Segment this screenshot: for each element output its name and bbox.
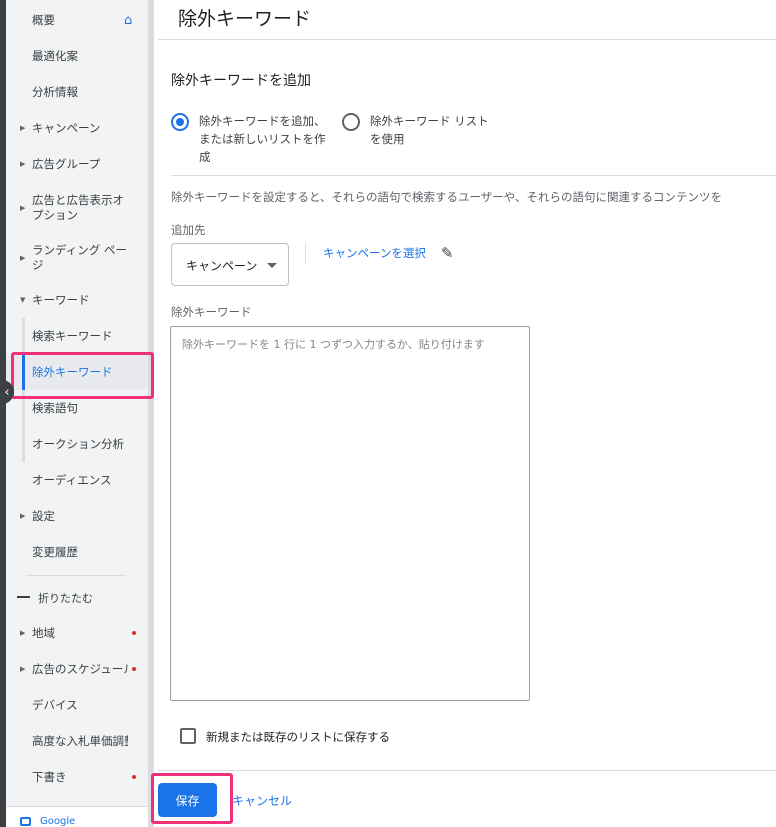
status-dot: [132, 667, 136, 671]
sidebar-item-auction-insights[interactable]: オークション分析: [6, 426, 148, 462]
sidebar-item-advanced-bid-adjustments[interactable]: 高度な入札単価調整: [6, 723, 148, 759]
sidebar-item-campaigns[interactable]: ▶ キャンペーン: [6, 110, 148, 146]
sidebar-item-search-keywords[interactable]: 検索キーワード: [6, 318, 148, 354]
page-header: 除外キーワード: [158, 0, 776, 40]
save-to-list-label: 新規または既存のリストに保存する: [206, 730, 390, 744]
sidebar-item-drafts[interactable]: 下書き: [6, 759, 148, 795]
home-icon: ⌂: [124, 12, 133, 28]
sidebar-item-ads-extensions[interactable]: ▶ 広告と広告表示オプション: [6, 190, 148, 226]
add-to-label: 追加先: [171, 223, 206, 237]
caret-right-icon: ▶: [20, 254, 26, 262]
divider: [171, 175, 776, 176]
pencil-icon[interactable]: ✎: [441, 244, 454, 262]
collapse-button[interactable]: 折りたたむ: [38, 590, 93, 606]
sidebar-item-overview[interactable]: 概要 ⌂: [6, 2, 148, 38]
google-link[interactable]: Google: [40, 816, 75, 827]
select-campaign-link[interactable]: キャンペーンを選択: [323, 245, 426, 261]
status-dot: [132, 775, 136, 779]
caret-right-icon: ▶: [20, 124, 26, 132]
google-icon: [20, 817, 31, 826]
sidebar-item-audiences[interactable]: オーディエンス: [6, 462, 148, 498]
sidebar-item-devices[interactable]: デバイス: [6, 687, 148, 723]
dropdown-arrow-icon: [267, 263, 277, 268]
sidebar-item-change-history[interactable]: 変更履歴: [6, 534, 148, 570]
keywords-textarea[interactable]: [170, 326, 530, 701]
sidebar-item-search-terms[interactable]: 検索語句: [6, 390, 148, 426]
save-to-list-checkbox[interactable]: [180, 728, 196, 744]
description-text: 除外キーワードを設定すると、それらの語句で検索するユーザーや、それらの語句に関連…: [171, 190, 722, 204]
sidebar-item-settings[interactable]: ▶ 設定: [6, 498, 148, 534]
add-to-select[interactable]: キャンペーン: [171, 243, 289, 286]
caret-right-icon: ▶: [20, 160, 26, 168]
radio-add-new[interactable]: [171, 113, 189, 131]
caret-right-icon: ▶: [20, 665, 26, 673]
sidebar-item-insights[interactable]: 分析情報: [6, 74, 148, 110]
sidebar-item-locations[interactable]: ▶ 地域: [6, 615, 148, 651]
keywords-label: 除外キーワード: [171, 305, 252, 319]
radio-use-list[interactable]: [342, 113, 360, 131]
save-button[interactable]: 保存: [158, 783, 217, 817]
sidebar-item-recommendations[interactable]: 最適化案: [6, 38, 148, 74]
sidebar-item-ad-schedule[interactable]: ▶ 広告のスケジュール: [6, 651, 148, 687]
sidebar-footer: Google: [6, 806, 148, 827]
status-dot: [132, 631, 136, 635]
caret-right-icon: ▶: [20, 512, 26, 520]
sidebar-item-ad-groups[interactable]: ▶ 広告グループ: [6, 146, 148, 182]
sidebar-divider: [26, 575, 126, 576]
caret-right-icon: ▶: [20, 204, 26, 212]
caret-down-icon: ▼: [20, 296, 26, 304]
section-title: 除外キーワードを追加: [171, 73, 311, 89]
minus-icon: [17, 596, 30, 598]
caret-right-icon: ▶: [20, 629, 26, 637]
page-title: 除外キーワード: [178, 8, 312, 30]
radio-use-list-label[interactable]: 除外キーワード リスト を使用: [370, 112, 489, 148]
sidebar-item-landing-pages[interactable]: ▶ ランディング ページ: [6, 240, 148, 276]
radio-add-new-label[interactable]: 除外キーワードを追加、 または新しいリストを作 成: [199, 112, 326, 166]
cancel-button[interactable]: キャンセル: [232, 792, 292, 809]
sidebar-item-keywords[interactable]: ▼ キーワード: [6, 282, 148, 318]
